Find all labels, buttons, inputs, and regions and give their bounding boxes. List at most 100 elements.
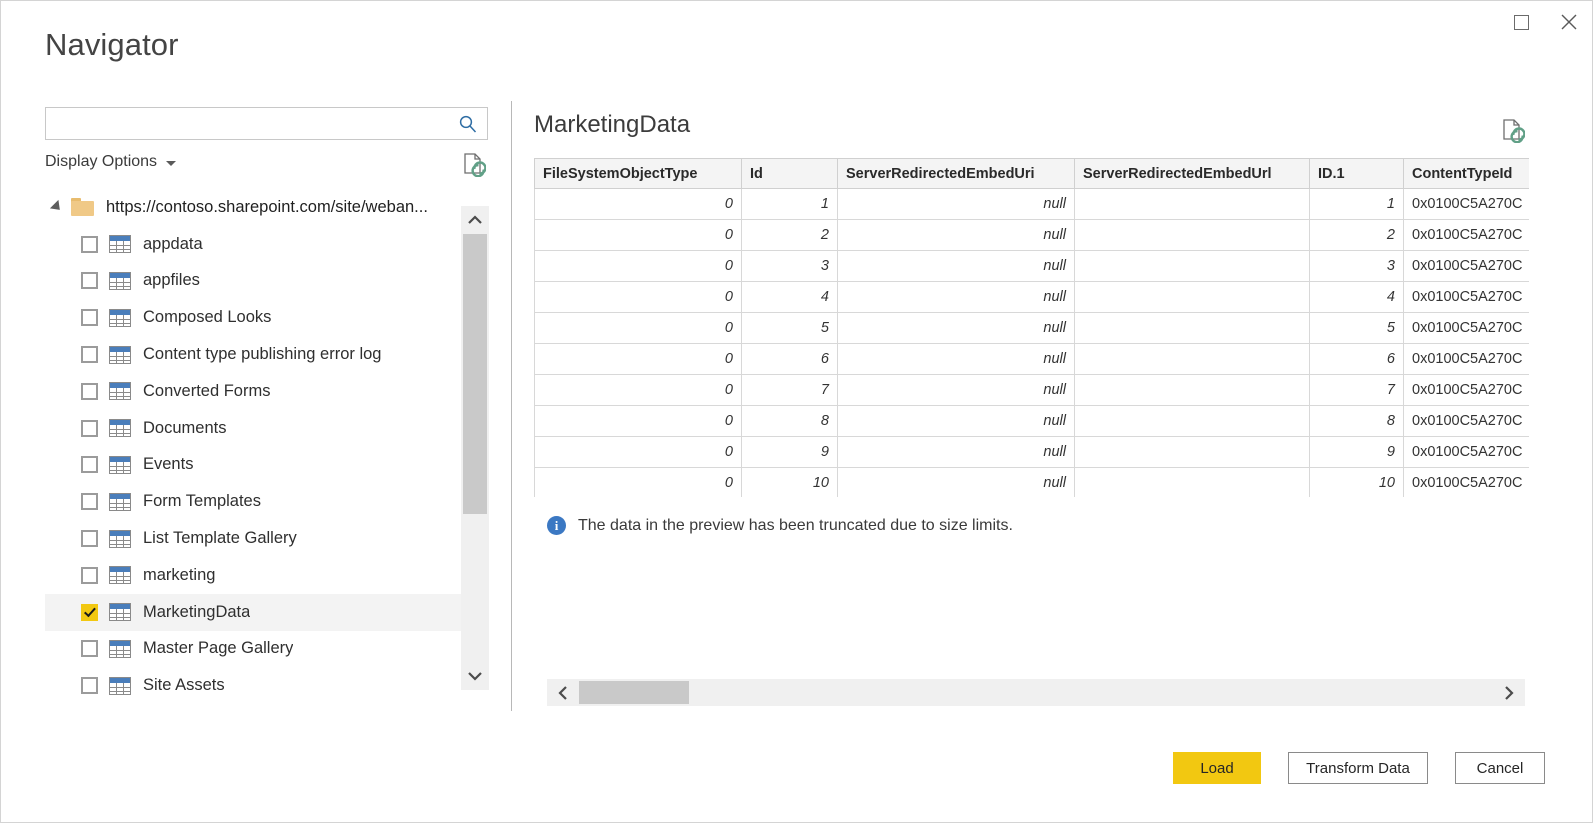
tree-root-item[interactable]: https://contoso.sharepoint.com/site/weba… [45, 189, 461, 226]
preview-table: FileSystemObjectTypeIdServerRedirectedEm… [534, 158, 1529, 497]
table-row: 010null100x0100C5A270C [535, 468, 1530, 498]
column-header[interactable]: FileSystemObjectType [535, 159, 742, 189]
table-icon [109, 456, 131, 474]
table-cell: null [838, 189, 1075, 220]
table-cell: 10 [1310, 468, 1404, 498]
table-cell: 2 [742, 220, 838, 251]
scroll-up-button[interactable] [461, 206, 489, 234]
table-cell: null [838, 313, 1075, 344]
scroll-track[interactable] [579, 679, 1493, 706]
scroll-right-button[interactable] [1493, 679, 1525, 706]
scroll-thumb[interactable] [463, 234, 487, 514]
scroll-down-button[interactable] [461, 662, 489, 690]
column-header[interactable]: ServerRedirectedEmbedUrl [1075, 159, 1310, 189]
tree-vertical-scrollbar[interactable] [461, 206, 489, 690]
checkbox-checked[interactable] [81, 604, 98, 621]
table-cell: 2 [1310, 220, 1404, 251]
table-icon [109, 603, 131, 621]
checkbox-unchecked[interactable] [81, 640, 98, 657]
expand-triangle-icon[interactable] [50, 200, 64, 214]
table-cell: 6 [742, 344, 838, 375]
panel-divider [511, 101, 512, 711]
tree-item-label: Documents [143, 419, 226, 438]
table-cell [1075, 468, 1310, 498]
table-cell: 0 [535, 313, 742, 344]
search-icon[interactable] [458, 114, 487, 134]
table-cell [1075, 189, 1310, 220]
checkbox-unchecked[interactable] [81, 677, 98, 694]
preview-horizontal-scrollbar[interactable] [547, 679, 1525, 706]
tree-item[interactable]: Converted Forms [45, 373, 461, 410]
scroll-left-button[interactable] [547, 679, 579, 706]
tree-item[interactable]: Events [45, 447, 461, 484]
refresh-preview-button[interactable] [1499, 117, 1529, 143]
table-cell: null [838, 251, 1075, 282]
close-button[interactable] [1545, 1, 1592, 43]
checkbox-unchecked[interactable] [81, 383, 98, 400]
checkbox-unchecked[interactable] [81, 309, 98, 326]
checkbox-unchecked[interactable] [81, 420, 98, 437]
table-cell [1075, 406, 1310, 437]
table-cell: 4 [1310, 282, 1404, 313]
checkbox-unchecked[interactable] [81, 272, 98, 289]
checkbox-unchecked[interactable] [81, 530, 98, 547]
table-icon [109, 493, 131, 511]
checkbox-unchecked[interactable] [81, 346, 98, 363]
table-cell: null [838, 437, 1075, 468]
preview-grid-container[interactable]: FileSystemObjectTypeIdServerRedirectedEm… [534, 158, 1529, 497]
tree-item-label: Converted Forms [143, 382, 270, 401]
scroll-track[interactable] [461, 234, 489, 662]
table-cell: 0 [535, 437, 742, 468]
checkbox-unchecked[interactable] [81, 456, 98, 473]
dialog-footer: Load Transform Data Cancel [1173, 752, 1545, 784]
table-cell: 0 [535, 344, 742, 375]
truncation-notice: i The data in the preview has been trunc… [547, 516, 1013, 535]
tree-item[interactable]: appdata [45, 226, 461, 263]
scroll-thumb[interactable] [579, 681, 689, 704]
tree-item[interactable]: Master Page Gallery [45, 631, 461, 668]
transform-data-button[interactable]: Transform Data [1288, 752, 1428, 784]
table-icon [109, 530, 131, 548]
table-cell: 1 [742, 189, 838, 220]
table-cell: 0 [535, 189, 742, 220]
checkbox-unchecked[interactable] [81, 493, 98, 510]
tree-root-label: https://contoso.sharepoint.com/site/weba… [106, 198, 428, 217]
table-cell [1075, 313, 1310, 344]
tree-item[interactable]: List Template Gallery [45, 520, 461, 557]
display-options-dropdown[interactable]: Display Options [45, 153, 176, 171]
chevron-up-icon [467, 214, 483, 226]
tree-item[interactable]: MarketingData [45, 594, 461, 631]
chevron-down-icon [166, 161, 176, 166]
checkbox-unchecked[interactable] [81, 236, 98, 253]
column-header[interactable]: ServerRedirectedEmbedUri [838, 159, 1075, 189]
table-icon [109, 677, 131, 695]
search-input[interactable] [46, 108, 458, 139]
tree-item[interactable]: Form Templates [45, 483, 461, 520]
checkbox-unchecked[interactable] [81, 567, 98, 584]
tree-item[interactable]: Content type publishing error log [45, 336, 461, 373]
column-header[interactable]: ID.1 [1310, 159, 1404, 189]
table-header-row: FileSystemObjectTypeIdServerRedirectedEm… [535, 159, 1530, 189]
tree-item-label: MarketingData [143, 603, 250, 622]
table-cell [1075, 251, 1310, 282]
tree-item[interactable]: Composed Looks [45, 299, 461, 336]
tree-item[interactable]: Site Assets [45, 667, 461, 704]
source-tree[interactable]: https://contoso.sharepoint.com/site/weba… [45, 189, 461, 707]
tree-item[interactable]: marketing [45, 557, 461, 594]
table-cell: 0 [535, 468, 742, 498]
cancel-button[interactable]: Cancel [1455, 752, 1545, 784]
preview-title: MarketingData [534, 111, 690, 139]
table-cell: 0x0100C5A270C [1404, 189, 1530, 220]
maximize-button[interactable] [1498, 1, 1545, 43]
tree-item[interactable]: appfiles [45, 263, 461, 300]
table-cell: 7 [1310, 375, 1404, 406]
search-box[interactable] [45, 107, 488, 140]
column-header[interactable]: ContentTypeId [1404, 159, 1530, 189]
column-header[interactable]: Id [742, 159, 838, 189]
table-row: 08null80x0100C5A270C [535, 406, 1530, 437]
refresh-tree-button[interactable] [460, 151, 486, 182]
table-cell: 9 [1310, 437, 1404, 468]
tree-item[interactable]: Documents [45, 410, 461, 447]
table-cell: 0x0100C5A270C [1404, 251, 1530, 282]
load-button[interactable]: Load [1173, 752, 1261, 784]
